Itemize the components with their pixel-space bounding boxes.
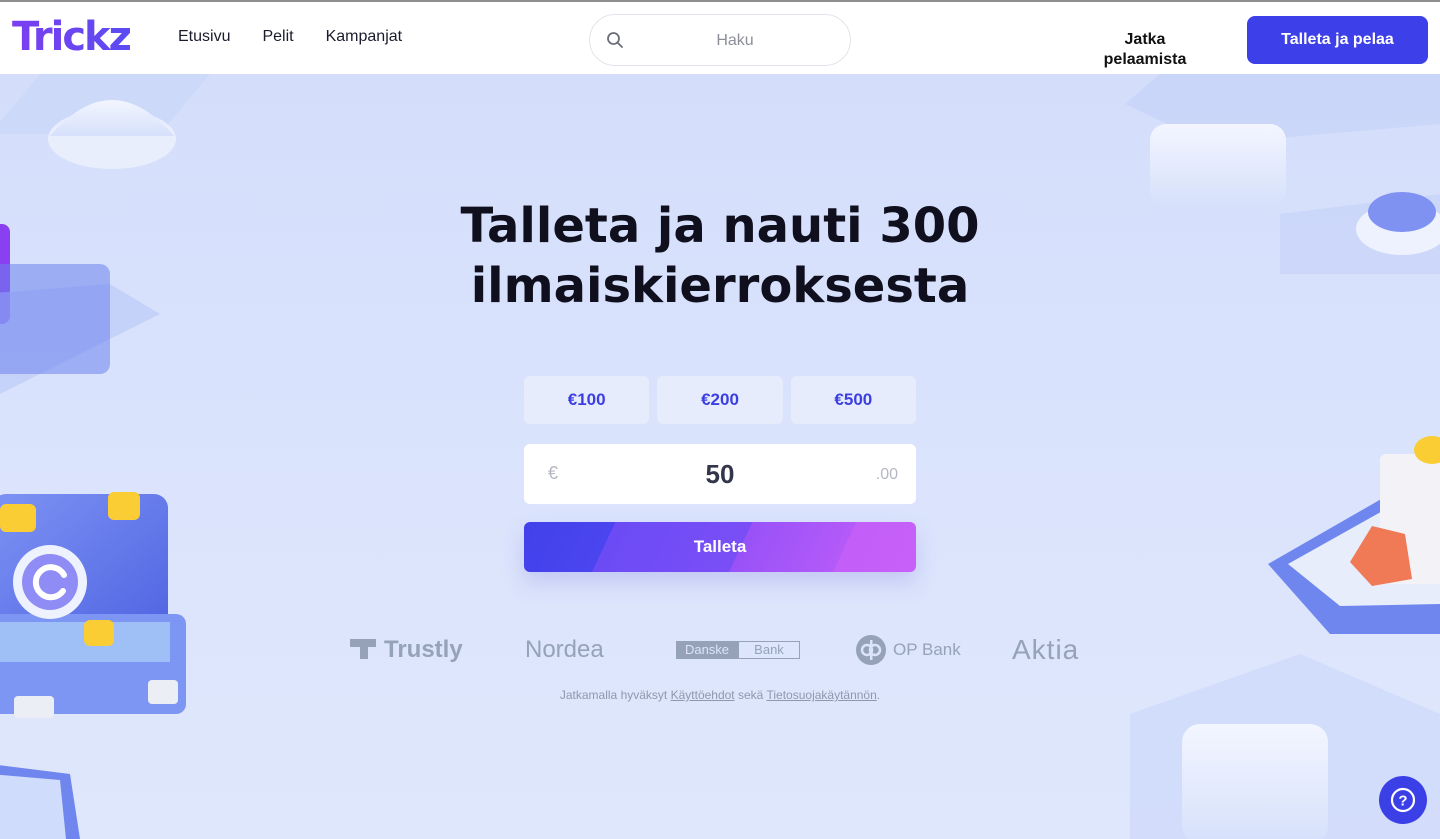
- nordea-logo: Nordea: [525, 630, 604, 670]
- trustly-logo: Trustly: [350, 630, 463, 670]
- deposit-and-play-button[interactable]: Talleta ja pelaa: [1247, 16, 1428, 64]
- trustly-label: Trustly: [384, 636, 463, 663]
- quick-amount-group: €100 €200 €500: [524, 376, 916, 424]
- continue-playing-link[interactable]: Jatka pelaamista: [1095, 30, 1195, 68]
- op-bank-icon: [856, 635, 886, 665]
- top-header: Trickz Etusivu Pelit Kampanjat Jatka pel…: [0, 0, 1440, 74]
- help-button[interactable]: ?: [1379, 776, 1427, 824]
- bank-label: Bank: [738, 641, 800, 659]
- bank-logos: Trustly Nordea Danske Bank OP Bank Aktia: [350, 630, 1110, 670]
- aktia-label: Aktia: [1012, 634, 1080, 665]
- op-bank-label: OP Bank: [893, 640, 961, 659]
- nav-kampanjat[interactable]: Kampanjat: [326, 28, 403, 46]
- privacy-policy-link[interactable]: Tietosuojakäytännön: [766, 688, 876, 702]
- amount-100-button[interactable]: €100: [524, 376, 650, 424]
- trustly-icon: [350, 639, 376, 659]
- terms-middle: sekä: [738, 688, 764, 702]
- nav-etusivu[interactable]: Etusivu: [178, 28, 230, 46]
- deposit-submit-button[interactable]: Talleta: [524, 522, 916, 572]
- terms-suffix: .: [876, 688, 881, 702]
- nordea-label: Nordea: [525, 636, 604, 663]
- hero-title: Talleta ja nauti 300 ilmaiskierroksesta: [460, 198, 980, 314]
- main-nav: Etusivu Pelit Kampanjat: [178, 28, 402, 46]
- search-box[interactable]: [589, 14, 851, 66]
- search-icon: [607, 32, 623, 48]
- trickz-logo[interactable]: Trickz: [12, 14, 132, 60]
- search-input[interactable]: [640, 27, 830, 55]
- help-glyph: ?: [1398, 793, 1407, 810]
- op-bank-logo: OP Bank: [855, 630, 961, 670]
- nav-pelit[interactable]: Pelit: [262, 28, 293, 46]
- deposit-amount-input[interactable]: [584, 454, 856, 494]
- danske-bank-logo: Danske Bank: [676, 630, 800, 670]
- terms-prefix: Jatkamalla hyväksyt: [559, 688, 668, 702]
- amount-500-button[interactable]: €500: [790, 376, 916, 424]
- amount-200-button[interactable]: €200: [657, 376, 783, 424]
- help-icon: ?: [1390, 787, 1416, 813]
- terms-of-use-link[interactable]: Käyttöehdot: [671, 688, 735, 702]
- hero-section: Talleta ja nauti 300 ilmaiskierroksesta …: [0, 74, 1440, 839]
- aktia-logo: Aktia: [1012, 630, 1079, 670]
- cents-suffix: .00: [875, 466, 898, 483]
- terms-notice: Jatkamalla hyväksyt Käyttöehdot sekä Tie…: [380, 688, 1060, 702]
- currency-symbol: €: [548, 463, 559, 483]
- danske-label: Danske: [676, 641, 738, 659]
- deposit-amount-field[interactable]: € .00: [524, 444, 916, 504]
